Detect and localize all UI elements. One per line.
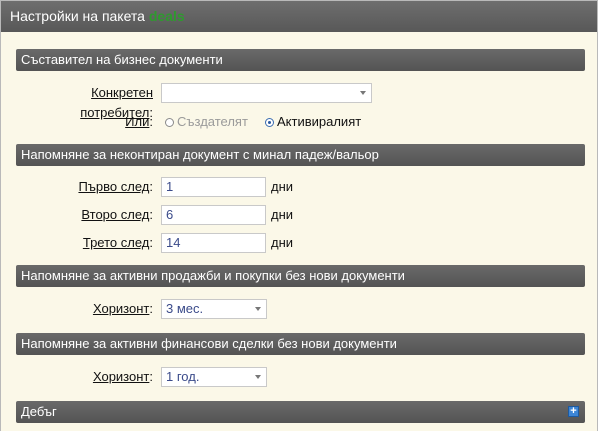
label-colon: : bbox=[149, 179, 153, 194]
label-colon: : bbox=[149, 301, 153, 316]
second-after-input[interactable]: 6 bbox=[161, 205, 266, 225]
label-text: Хоризонт bbox=[92, 369, 150, 384]
row-specific-user: Конкретен потребител: bbox=[16, 83, 585, 120]
row-first-after: Първо след: 1 дни bbox=[16, 177, 585, 199]
radio-creator-label[interactable]: Създателят bbox=[177, 112, 248, 132]
section-header-finance: Напомняне за активни финансови сделки бе… bbox=[16, 333, 585, 355]
label-text: Второ след bbox=[81, 207, 150, 222]
chevron-down-icon bbox=[255, 375, 261, 379]
label-text: Хоризонт bbox=[92, 301, 150, 316]
window-titlebar: Настройки на пакета deals bbox=[1, 1, 597, 32]
settings-window: Настройки на пакета deals Съставител на … bbox=[0, 0, 598, 431]
third-after-unit: дни bbox=[271, 235, 294, 250]
section-title: Напомняне за неконтиран документ с минал… bbox=[21, 147, 379, 162]
or-label: Или: bbox=[16, 112, 153, 132]
label-text: Или bbox=[125, 114, 150, 129]
row-third-after: Трето след: 14 дни bbox=[16, 233, 585, 255]
first-after-input[interactable]: 1 bbox=[161, 177, 266, 197]
sales-horizon-value: 3 мес. bbox=[166, 301, 204, 316]
row-finance-horizon: Хоризонт: 1 год. bbox=[16, 367, 585, 389]
section-title: Напомняне за активни продажби и покупки … bbox=[21, 268, 405, 283]
section-title: Дебъг bbox=[21, 404, 57, 419]
label-colon: : bbox=[149, 207, 153, 222]
label-text: Трето след bbox=[82, 235, 150, 250]
label-colon: : bbox=[149, 369, 153, 384]
third-after-label: Трето след: bbox=[16, 233, 153, 253]
sales-horizon-label: Хоризонт: bbox=[16, 299, 153, 319]
first-after-value: 1 bbox=[166, 179, 174, 194]
first-after-unit: дни bbox=[271, 179, 294, 194]
chevron-down-icon bbox=[255, 307, 261, 311]
radio-activator[interactable] bbox=[265, 118, 274, 127]
specific-user-select[interactable] bbox=[161, 83, 372, 103]
row-sales-horizon: Хоризонт: 3 мес. bbox=[16, 299, 585, 321]
sales-horizon-select[interactable]: 3 мес. bbox=[161, 299, 267, 319]
section-title: Съставител на бизнес документи bbox=[21, 52, 223, 67]
finance-horizon-label: Хоризонт: bbox=[16, 367, 153, 387]
expand-plus-icon[interactable]: + bbox=[568, 406, 579, 417]
radio-creator[interactable] bbox=[165, 118, 174, 127]
second-after-label: Второ след: bbox=[16, 205, 153, 225]
radio-activator-label[interactable]: Активиралият bbox=[277, 112, 361, 132]
window-title-accent: deals bbox=[148, 8, 185, 24]
section-header-overdue: Напомняне за неконтиран документ с минал… bbox=[16, 144, 585, 166]
label-colon: : bbox=[149, 235, 153, 250]
section-title: Напомняне за активни финансови сделки бе… bbox=[21, 336, 397, 351]
third-after-input[interactable]: 14 bbox=[161, 233, 266, 253]
first-after-label: Първо след: bbox=[16, 177, 153, 197]
row-or: Или: Създателят Активиралият bbox=[16, 112, 585, 134]
finance-horizon-value: 1 год. bbox=[166, 369, 200, 384]
label-colon: : bbox=[149, 114, 153, 129]
second-after-unit: дни bbox=[271, 207, 294, 222]
section-header-sales: Напомняне за активни продажби и покупки … bbox=[16, 265, 585, 287]
row-second-after: Второ след: 6 дни bbox=[16, 205, 585, 227]
section-header-debug[interactable]: Дебъг + bbox=[16, 401, 585, 423]
third-after-value: 14 bbox=[166, 235, 181, 250]
label-text: Първо след bbox=[78, 179, 150, 194]
finance-horizon-select[interactable]: 1 год. bbox=[161, 367, 267, 387]
second-after-value: 6 bbox=[166, 207, 174, 222]
chevron-down-icon bbox=[360, 91, 366, 95]
window-title: Настройки на пакета bbox=[10, 8, 145, 24]
section-header-composer: Съставител на бизнес документи bbox=[16, 49, 585, 71]
